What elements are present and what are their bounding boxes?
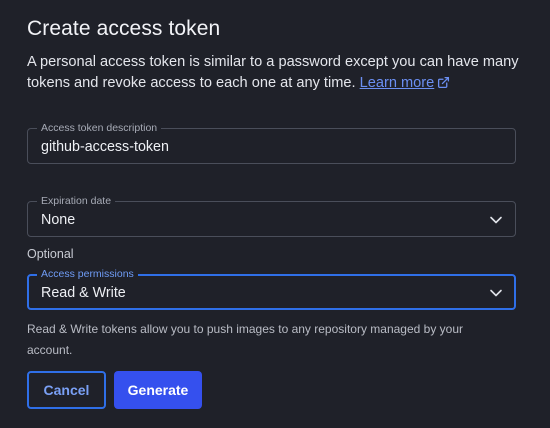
expiration-optional-hint: Optional — [27, 247, 74, 261]
cancel-button[interactable]: Cancel — [27, 371, 106, 409]
dialog-title: Create access token — [27, 17, 221, 40]
chevron-down-icon — [490, 289, 502, 297]
token-description-input[interactable]: github-access-token — [41, 139, 169, 155]
token-description-field[interactable]: Access token description github-access-t… — [27, 121, 516, 164]
learn-more-link[interactable]: Learn more — [360, 75, 451, 91]
access-permissions-select[interactable]: Access permissions Read & Write — [27, 267, 516, 310]
expiration-date-label: Expiration date — [37, 194, 116, 208]
learn-more-label: Learn more — [359, 75, 435, 91]
expiration-date-value: None — [41, 212, 76, 228]
expiration-date-select[interactable]: Expiration date None — [27, 194, 516, 237]
access-permissions-label: Access permissions — [37, 267, 138, 281]
external-link-icon — [438, 76, 450, 89]
generate-button[interactable]: Generate — [114, 371, 202, 409]
create-access-token-dialog: Create access token A personal access to… — [0, 0, 550, 428]
token-description-label: Access token description — [37, 121, 162, 135]
access-permissions-value: Read & Write — [41, 285, 126, 301]
permissions-help-text: Read & Write tokens allow you to push im… — [27, 322, 464, 357]
dialog-description: A personal access token is similar to a … — [27, 52, 527, 94]
chevron-down-icon — [490, 216, 502, 224]
